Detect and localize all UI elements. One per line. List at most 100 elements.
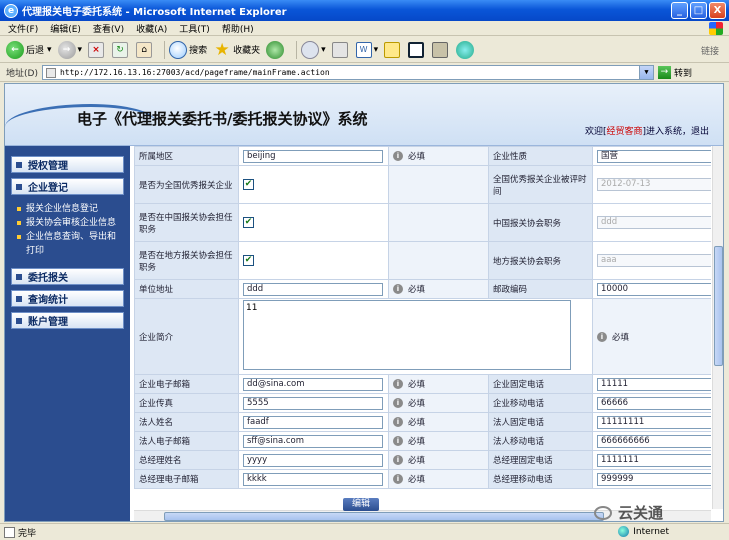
discuss-button[interactable] <box>384 41 402 58</box>
field-cell: 国营 <box>592 146 711 166</box>
enterprise-intro-textarea[interactable]: 11 <box>243 300 571 370</box>
info-icon: i <box>393 455 403 465</box>
excellent-date-input[interactable]: 2012-07-13 <box>597 178 711 191</box>
nav-bullet-icon <box>16 317 22 324</box>
menu-tools[interactable]: 工具(T) <box>179 22 210 35</box>
field-cell: 2012-07-13 <box>592 165 711 204</box>
required-label: 必填 <box>408 475 426 485</box>
nav-account-management[interactable]: 账户管理 <box>11 312 124 329</box>
subnav-query-export-print[interactable]: 企业信息查询、导出和打印 <box>17 230 124 258</box>
postal-code-input[interactable]: 10000 <box>597 282 711 296</box>
mail-button[interactable]: ▾ <box>301 40 326 59</box>
required-cell: i 必填 <box>388 279 489 299</box>
favorites-label: 收藏夹 <box>233 46 261 56</box>
menu-view[interactable]: 查看(V) <box>93 22 124 35</box>
subnav-enterprise-info-registration[interactable]: 报关企业信息登记 <box>17 202 124 216</box>
table-row: 企业电子邮箱 dd@sina.com i 必填 企业固定电话 11111 <box>134 374 711 394</box>
search-button[interactable]: 搜索 <box>169 40 207 59</box>
back-button[interactable]: ← 后退 ▾ <box>6 40 52 59</box>
vertical-scroll-thumb[interactable] <box>714 246 723 366</box>
edit-page-dropdown-icon[interactable]: ▾ <box>374 45 379 55</box>
people-button[interactable] <box>456 40 476 59</box>
welcome-text: 欢迎[经贸客商]进入系统，退出 <box>585 124 709 137</box>
minimize-button[interactable]: _ <box>671 2 688 19</box>
close-button[interactable]: X <box>709 2 726 19</box>
gm-phone-input[interactable]: 1111111 <box>597 453 711 467</box>
menu-favorites[interactable]: 收藏(A) <box>136 22 167 35</box>
go-button[interactable]: → 转到 <box>657 66 692 79</box>
menu-help[interactable]: 帮助(H) <box>222 22 254 35</box>
vertical-scrollbar[interactable] <box>712 146 723 509</box>
enterprise-phone-input[interactable]: 11111 <box>597 377 711 391</box>
legal-rep-email-input[interactable]: sff@sina.com <box>243 434 383 448</box>
nav-enterprise-registration[interactable]: 企业登记 <box>11 178 124 195</box>
maximize-button[interactable]: □ <box>690 2 707 19</box>
edit-page-button[interactable]: W ▾ <box>355 41 379 58</box>
region-input[interactable]: beijing <box>243 149 383 163</box>
field-label: 地方报关协会职务 <box>488 241 593 280</box>
enterprise-email-input[interactable]: dd@sina.com <box>243 377 383 391</box>
home-icon: ⌂ <box>136 41 153 58</box>
table-row: 单位地址 ddd i 必填 邮政编码 10000 <box>134 279 711 299</box>
address-dropdown-icon[interactable]: ▼ <box>638 66 653 79</box>
nav-authorization[interactable]: 授权管理 <box>11 156 124 173</box>
favorites-button[interactable]: ★ 收藏夹 <box>213 41 260 59</box>
refresh-button[interactable]: ↻ <box>112 41 130 58</box>
system-title: 电子《代理报关委托书/委托报关协议》系统 <box>77 110 368 128</box>
table-row: 法人姓名 faadf i 必填 法人固定电话 11111111 <box>134 412 711 432</box>
local-association-checkbox[interactable]: ✔ <box>243 255 254 266</box>
menu-edit[interactable]: 编辑(E) <box>50 22 81 35</box>
legal-rep-name-input[interactable]: faadf <box>243 415 383 429</box>
folder-icon <box>384 41 401 58</box>
subnav-association-review[interactable]: 报关协会审核企业信息 <box>17 216 124 230</box>
home-button[interactable]: ⌂ <box>136 41 154 58</box>
back-dropdown-icon[interactable]: ▾ <box>47 45 52 55</box>
links-label[interactable]: 链接 <box>701 44 719 57</box>
menu-file[interactable]: 文件(F) <box>8 22 38 35</box>
field-label: 法人移动电话 <box>488 431 593 451</box>
china-association-checkbox[interactable]: ✔ <box>243 217 254 228</box>
national-excellent-checkbox[interactable]: ✔ <box>243 179 254 190</box>
enterprise-nature-select[interactable]: 国营 <box>597 149 711 163</box>
china-association-position-input[interactable]: ddd <box>597 216 711 229</box>
table-row: 是否为全国优秀报关企业 ✔ 全国优秀报关企业被评时间 2012-07-13 <box>134 165 711 204</box>
address-input[interactable]: http://172.16.13.16:27003/acd/pageframe/… <box>41 65 654 80</box>
local-association-position-input[interactable]: aaa <box>597 254 711 267</box>
field-cell: ddd <box>238 279 389 299</box>
page-done-icon <box>4 526 15 538</box>
legal-rep-mobile-input[interactable]: 666666666 <box>597 434 711 448</box>
nav-entrusted-declaration[interactable]: 委托报关 <box>11 268 124 285</box>
messenger-button[interactable] <box>432 41 450 58</box>
required-label: 必填 <box>612 332 630 343</box>
gm-name-input[interactable]: yyyy <box>243 453 383 467</box>
address-field[interactable]: ddd <box>243 282 383 296</box>
stop-icon: × <box>88 41 105 58</box>
enterprise-fax-input[interactable]: 5555 <box>243 396 383 410</box>
form-table: 所属地区 beijing i 必填 企业性质 国营 是否为全国优秀报关企业 ✔ 全… <box>134 146 711 489</box>
print-button[interactable] <box>331 41 350 58</box>
table-row: 企业传真 5555 i 必填 企业移动电话 66666 <box>134 393 711 413</box>
stop-button[interactable]: × <box>88 41 106 58</box>
logout-link[interactable]: 退出 <box>691 127 709 137</box>
gm-mobile-input[interactable]: 999999 <box>597 472 711 486</box>
gm-email-input[interactable]: kkkk <box>243 472 383 486</box>
nav-bullet-icon <box>16 183 22 190</box>
horizontal-scroll-thumb[interactable] <box>164 512 604 521</box>
field-label: 法人姓名 <box>134 412 239 432</box>
forward-button[interactable]: → ▾ <box>57 40 83 59</box>
history-button[interactable] <box>266 40 286 59</box>
edit-button[interactable]: 编辑 <box>343 498 379 511</box>
required-label: 必填 <box>408 399 426 409</box>
enterprise-mobile-input[interactable]: 66666 <box>597 396 711 410</box>
legal-rep-phone-input[interactable]: 11111111 <box>597 415 711 429</box>
nav-query-statistics[interactable]: 查询统计 <box>11 290 124 307</box>
welcome-suffix: ]进入系统， <box>642 127 691 137</box>
forward-dropdown-icon[interactable]: ▾ <box>78 45 83 55</box>
mail-dropdown-icon[interactable]: ▾ <box>321 45 326 55</box>
back-arrow-icon: ← <box>6 40 24 59</box>
subnav-label: 报关企业信息登记 <box>26 204 99 214</box>
print-icon <box>331 41 348 58</box>
toolbar-separator <box>296 40 298 59</box>
research-button[interactable] <box>408 41 426 58</box>
field-cell: ✔ <box>238 203 389 242</box>
